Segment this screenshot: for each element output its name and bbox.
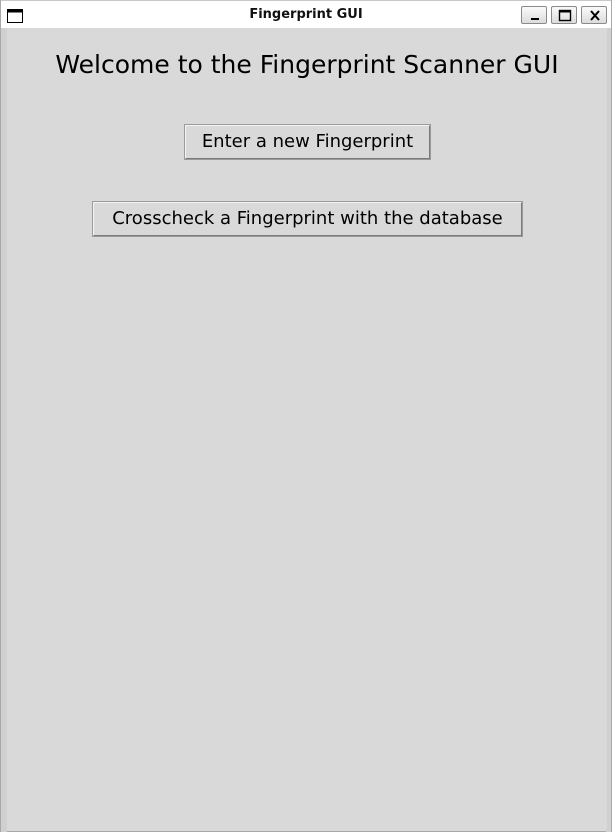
minimize-icon: [531, 18, 539, 20]
maximize-button[interactable]: [551, 6, 577, 24]
close-button[interactable]: [581, 6, 607, 24]
maximize-icon: [558, 9, 572, 22]
app-window: Fingerprint GUI Welcome to the Fingerpri…: [0, 0, 612, 832]
title-bar[interactable]: Fingerprint GUI: [1, 0, 611, 28]
crosscheck-fingerprint-button[interactable]: Crosscheck a Fingerprint with the databa…: [92, 201, 523, 237]
page-title: Welcome to the Fingerprint Scanner GUI: [55, 50, 559, 79]
main-panel: Welcome to the Fingerprint Scanner GUI E…: [7, 28, 607, 828]
window-title: Fingerprint GUI: [249, 7, 363, 22]
minimize-button[interactable]: [521, 6, 547, 24]
enter-new-fingerprint-button[interactable]: Enter a new Fingerprint: [184, 124, 431, 160]
close-icon: [590, 10, 600, 21]
